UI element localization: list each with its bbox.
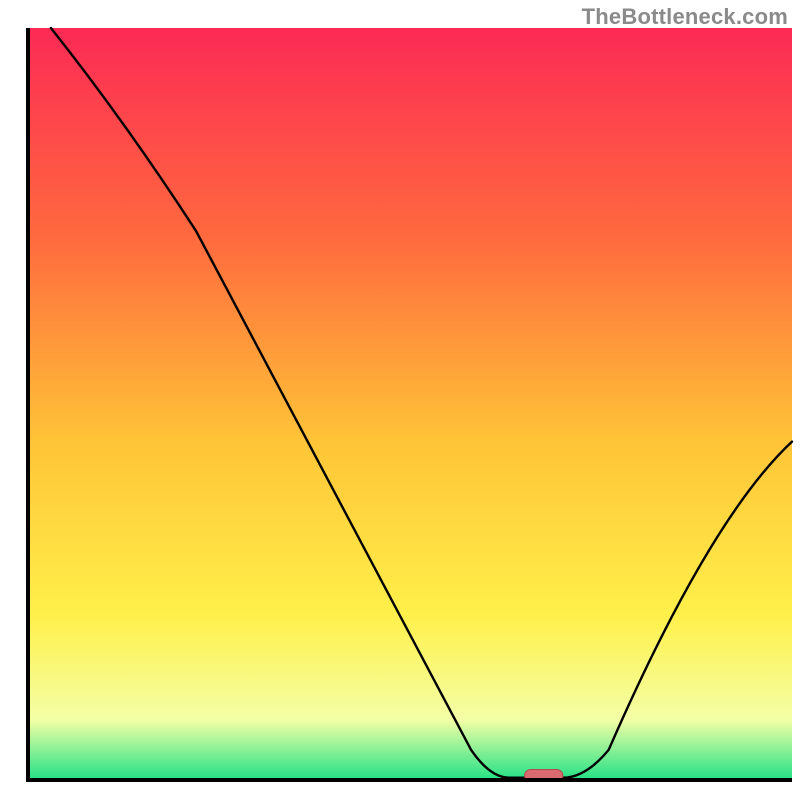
watermark-text: TheBottleneck.com [582, 4, 788, 30]
plot-background [28, 28, 792, 780]
chart-container: TheBottleneck.com [0, 0, 800, 800]
bottleneck-chart [0, 0, 800, 800]
